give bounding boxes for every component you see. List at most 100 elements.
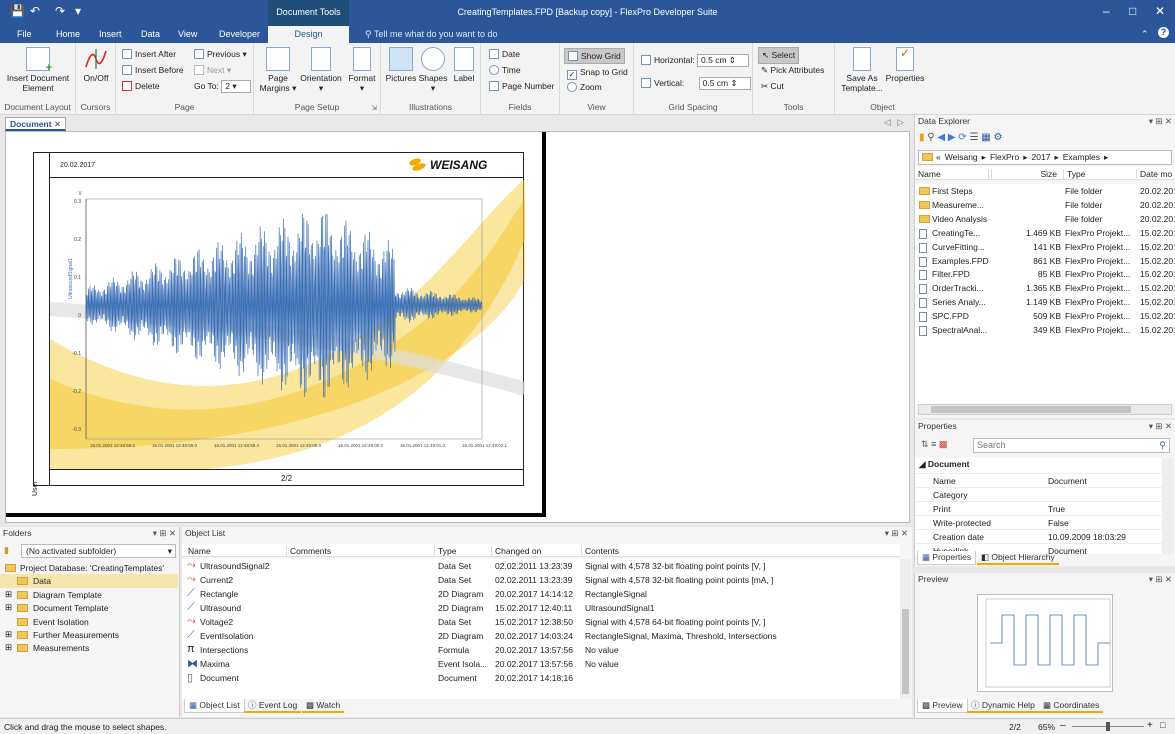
object-row[interactable]: ⤳ UltrasoundSignal2 Data Set 02.02.2011 13:… [182,559,900,573]
document-canvas[interactable]: User 20.02.2017 WEISANG 2/2 V Ultrasound… [5,131,910,523]
horizontal-input[interactable]: 0.5 cm ⇕ [697,54,750,67]
refresh-icon[interactable]: ⟳ [958,132,966,143]
col-contents[interactable]: Contents [581,546,619,557]
property-value[interactable]: False [1048,518,1160,528]
property-row[interactable]: Write-protected False [915,515,1162,529]
property-row[interactable]: Print True [915,501,1162,515]
category-icon[interactable]: ≡ [931,439,936,449]
breadcrumb-item[interactable]: Weisang [945,152,978,162]
insert-after-button[interactable]: Insert After [122,49,176,59]
panel-controls-icon[interactable]: ▾ ⊞ ✕ [1149,573,1172,586]
tab-object-list[interactable]: ▦ Object List [184,699,245,713]
object-row[interactable]: π Intersections Formula 20.02.2017 13:57:56… [182,643,900,657]
file-row[interactable]: CreatingTe... 1.469 KB FlexPro Projekt... 1… [915,226,1175,240]
file-row[interactable]: Series Analy... 1.149 KB FlexPro Projekt..… [915,295,1175,309]
object-row[interactable]: ▯ Document Document 20.02.2017 14:18:16 [182,671,900,685]
folder-item[interactable]: Project Database: 'CreatingTemplates' [0,561,178,575]
forward-icon[interactable]: ▶ [948,132,956,143]
breadcrumb-separator-icon[interactable]: ▸ [1104,152,1108,162]
col-type[interactable]: Type [434,546,456,557]
expand-icon[interactable]: ⊞ [5,589,12,600]
file-row[interactable]: OrderTracki... 1.365 KB FlexPro Projekt...… [915,281,1175,295]
minimize-icon[interactable]: – [1103,4,1110,18]
file-row[interactable]: First Steps File folder 20.02.201 [915,184,1175,198]
property-value[interactable]: True [1048,504,1160,514]
sort-icon[interactable]: ⇅ [921,439,929,449]
cursor-onoff-button[interactable]: On/Off [80,47,112,83]
goto-page-input[interactable]: 2 ▾ [221,80,252,93]
breadcrumb-separator-icon[interactable]: ▸ [1054,152,1058,162]
file-row[interactable]: CurveFitting... 141 KB FlexPro Projekt... 1… [915,240,1175,254]
tab-preview[interactable]: ▩ Preview [917,699,968,713]
breadcrumb-item[interactable]: « [936,152,941,162]
next-page-button[interactable]: Next ▾ [194,65,231,76]
file-row[interactable]: Video Analysis File folder 20.02.201 [915,212,1175,226]
format-button[interactable]: Format ▾ [346,47,378,93]
label-button[interactable]: Label [449,47,479,83]
property-row[interactable]: Creation date 10.09.2009 18:03:29 [915,529,1162,543]
tab-dynamic-help[interactable]: ⓘ Dynamic Help [967,699,1039,713]
properties-button[interactable]: ✓ Properties [885,47,925,83]
scroll-thumb[interactable] [902,609,909,694]
scroll-thumb[interactable] [931,406,1131,413]
tab-watch[interactable]: ▩ Watch [302,699,345,713]
tab-data[interactable]: Data [141,29,160,39]
property-section[interactable]: ◢ Document [919,459,969,470]
snap-to-grid-checkbox[interactable]: ✓ Snap to Grid [567,67,628,80]
panel-controls-icon[interactable]: ▾ ⊞ ✕ [1149,115,1172,128]
document-tab[interactable]: Document ✕ [5,117,67,131]
object-row[interactable]: ⤳ Current2 Data Set 02.02.2011 13:23:39 Sign… [182,573,900,587]
breadcrumb-separator-icon[interactable]: ▸ [982,152,986,162]
show-grid-button[interactable]: Show Grid [564,48,625,64]
search-icon[interactable]: ⚲ [1159,439,1166,452]
col-name[interactable]: Name [185,546,211,557]
insert-before-button[interactable]: Insert Before [122,65,184,75]
breadcrumb-item[interactable]: FlexPro [990,152,1019,162]
object-row[interactable]: ⧓ Maxima Event Isola... 20.02.2017 13:57:56… [182,657,900,671]
object-row[interactable]: ⤳ Voltage2 Data Set 15.02.2017 12:38:50 Sign… [182,615,900,629]
col-comments[interactable]: Comments [286,546,331,557]
panel-controls-icon[interactable]: ▾ ⊞ ✕ [1149,420,1172,433]
property-pages-icon[interactable]: ▩ [939,439,948,449]
scroll-tabs-right-icon[interactable]: ▷ [897,117,904,128]
save-as-template-button[interactable]: Save As Template... [839,47,885,93]
scroll-tabs-left-icon[interactable]: ◁ [884,117,891,128]
col-changed[interactable]: Changed on [491,546,541,557]
object-row[interactable]: ⟋ EventIsolation 2D Diagram 20.02.2017 14:0… [182,629,900,643]
search-files-icon[interactable]: ⚲ [927,132,934,143]
maximize-icon[interactable]: □ [1129,4,1136,18]
zoom-button[interactable]: Zoom [567,82,602,92]
folder-item[interactable]: ⊞ Document Template [0,601,178,615]
folder-item[interactable]: Data [0,574,178,589]
object-row[interactable]: ⟋ Ultrasound 2D Diagram 15.02.2017 12:40:11… [182,601,900,615]
view-list-icon[interactable]: ☰ [970,132,979,143]
properties-search-input[interactable]: Search ⚲ [973,438,1170,453]
tab-insert[interactable]: Insert [99,29,122,39]
breadcrumb-item[interactable]: 2017 [1032,152,1051,162]
back-icon[interactable]: ◀ [937,132,945,143]
close-icon[interactable]: ✕ [1155,4,1165,18]
select-tool-button[interactable]: ↖ Select [758,47,800,64]
tab-properties[interactable]: ▦ Properties [917,551,977,565]
file-row[interactable]: SPC.FPD 509 KB FlexPro Projekt... 15.02.201 [915,309,1175,323]
file-row[interactable]: SpectralAnal... 349 KB FlexPro Projekt... 1… [915,323,1175,337]
panel-controls-icon[interactable]: ▾ ⊞ ✕ [885,527,908,540]
expand-icon[interactable]: ⊞ [5,629,12,640]
breadcrumb-item[interactable]: Examples [1063,152,1100,162]
zoom-slider-thumb[interactable] [1106,722,1110,731]
col-date[interactable]: Date mo [1136,169,1172,180]
delete-page-button[interactable]: Delete [122,81,160,91]
ultrasound-diagram[interactable]: V UltrasoundSignal1 0.30.20.10-0.1-0.2-0… [50,179,525,469]
folder-item[interactable]: ⊞ Measurements [0,641,178,655]
object-row[interactable]: ⟋ Rectangle 2D Diagram 20.02.2017 14:14:12 R… [182,587,900,601]
subfolder-icon[interactable]: ▮ [4,545,9,556]
folder-item[interactable]: Event Isolation [0,615,178,629]
expand-icon[interactable]: ⊞ [5,602,12,613]
page-margins-button[interactable]: Page Margins ▾ [258,47,298,93]
pick-attributes-button[interactable]: ✎ Pick Attributes [761,65,824,76]
tab-event-log[interactable]: ⓘ Event Log [244,699,302,713]
tab-file[interactable]: File [17,29,32,39]
page-number-button[interactable]: Page Number [489,81,554,91]
date-field-button[interactable]: Date [489,49,520,59]
close-tab-icon[interactable]: ✕ [54,119,61,129]
